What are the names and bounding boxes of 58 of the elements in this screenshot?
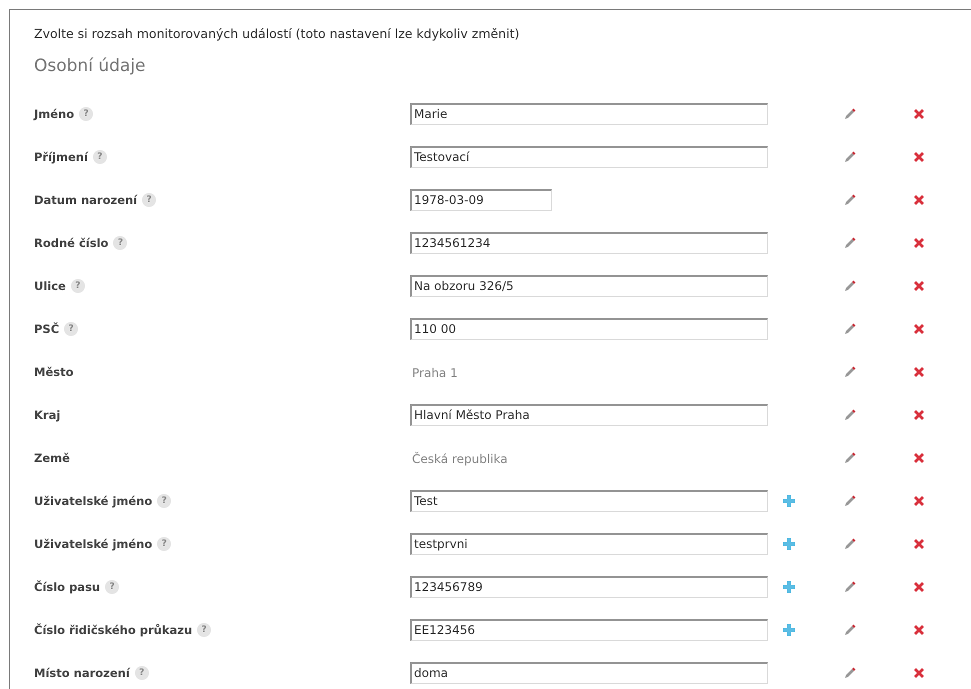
field-label: Číslo řidičského průkazu [34,622,192,636]
field-label: Příjmení [34,150,88,164]
field-label: Uživatelské jméno [34,536,152,550]
field-label: Uživatelské jméno [34,494,152,508]
input-field[interactable]: Na obzoru 326/5 [410,274,768,296]
input-field[interactable]: testprvni [410,532,768,554]
pencil-icon[interactable] [843,408,857,422]
delete-icon[interactable] [912,322,926,336]
delete-icon[interactable] [912,536,926,550]
pencil-icon[interactable] [843,622,857,636]
input-field[interactable]: Marie [410,102,768,124]
field-label: Kraj [34,408,60,422]
input-field[interactable]: 1978-03-09 [410,188,552,210]
field-value: Česká republika [411,452,508,466]
input-field[interactable]: doma [410,662,768,684]
field-label: Ulice [34,278,66,292]
field-label: Číslo pasu [34,580,100,594]
field-label: Rodné číslo [34,236,108,250]
input-field[interactable]: Test [410,490,768,512]
pencil-icon[interactable] [843,494,857,508]
pencil-icon[interactable] [843,536,857,550]
field-value: Praha 1 [411,366,458,380]
delete-icon[interactable] [912,408,926,422]
field-label: Země [34,450,70,464]
delete-icon[interactable] [912,192,926,206]
pencil-icon[interactable] [843,150,857,164]
field-label: Datum narození [34,192,138,206]
field-label: Jméno [34,106,74,120]
delete-icon[interactable] [912,666,926,680]
pencil-icon[interactable] [843,278,857,292]
pencil-icon[interactable] [843,666,857,680]
section-title: Osobní údaje [34,56,146,78]
pencil-icon[interactable] [843,236,857,250]
delete-icon[interactable] [912,150,926,164]
input-field[interactable]: Hlavní Město Praha [410,404,768,426]
form-heading: Zvolte si rozsah monitorovaných událostí (toto nastavení lze kdykoliv změnit) [34,26,520,43]
pencil-icon[interactable] [843,580,857,594]
pencil-icon[interactable] [843,192,857,206]
pencil-icon[interactable] [843,106,857,120]
delete-icon[interactable] [912,450,926,464]
delete-icon[interactable] [912,494,926,508]
delete-icon[interactable] [912,106,926,120]
delete-icon[interactable] [912,622,926,636]
pencil-icon[interactable] [843,322,857,336]
pencil-icon[interactable] [843,364,857,378]
input-field[interactable]: EE123456 [410,618,768,640]
delete-icon[interactable] [912,278,926,292]
pencil-icon[interactable] [843,450,857,464]
delete-icon[interactable] [912,364,926,378]
input-field[interactable]: 123456789 [410,576,768,598]
delete-icon[interactable] [912,236,926,250]
field-label: Město [34,364,74,378]
input-field[interactable]: Testovací [410,146,768,168]
delete-icon[interactable] [912,580,926,594]
field-label: PSČ [34,322,60,336]
input-field[interactable]: 1234561234 [410,232,768,254]
input-field[interactable]: 110 00 [410,318,768,340]
field-label: Místo narození [34,666,130,680]
